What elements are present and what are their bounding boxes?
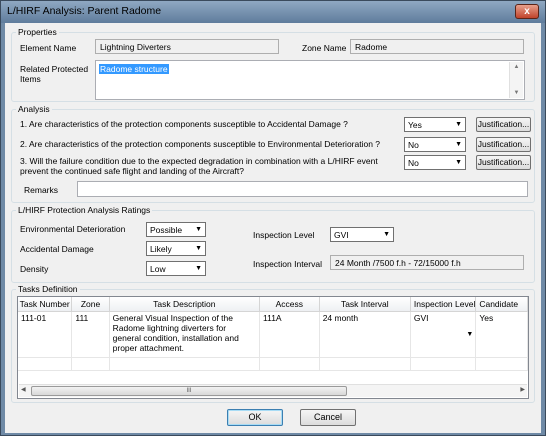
empty-cell bbox=[18, 357, 73, 371]
ok-button[interactable]: OK bbox=[227, 409, 283, 426]
analysis-group-title: Analysis bbox=[16, 104, 52, 115]
empty-cell bbox=[259, 357, 320, 371]
cancel-button[interactable]: Cancel bbox=[300, 409, 356, 426]
title-bar[interactable]: L/HIRF Analysis: Parent Radome x bbox=[1, 1, 545, 23]
zone-name-field[interactable]: Radome bbox=[350, 39, 524, 54]
scrollbar-thumb[interactable]: III bbox=[31, 386, 347, 396]
chevron-down-icon: ▼ bbox=[195, 226, 202, 233]
remarks-label: Remarks bbox=[24, 185, 59, 195]
properties-group: Properties Element Name Lightning Divert… bbox=[11, 27, 535, 102]
analysis-group: Analysis 1. Are characteristics of the p… bbox=[11, 104, 535, 203]
tasks-group-title: Tasks Definition bbox=[16, 284, 80, 295]
task-interval-cell[interactable]: 24 month bbox=[319, 311, 411, 358]
environmental-deterioration-label: Environmental Deterioration bbox=[20, 224, 126, 234]
question-2-justification-button[interactable]: Justification... bbox=[476, 137, 531, 152]
accidental-damage-select[interactable]: Likely ▼ bbox=[146, 241, 206, 256]
task-description-cell[interactable]: General Visual Inspection of the Radome … bbox=[109, 311, 261, 358]
col-header-inspection-level[interactable]: Inspection Level bbox=[410, 297, 477, 312]
chevron-down-icon: ▼ bbox=[455, 141, 462, 148]
candidate-cell[interactable]: Yes bbox=[475, 311, 528, 358]
inspection-interval-field[interactable]: 24 Month /7500 f.h - 72/15000 f.h bbox=[330, 255, 524, 270]
ratings-group-title: L/HIRF Protection Analysis Ratings bbox=[16, 205, 153, 216]
inspection-level-select[interactable]: GVI ▼ bbox=[330, 227, 394, 242]
chevron-down-icon: ▼ bbox=[455, 121, 462, 128]
col-header-access[interactable]: Access bbox=[259, 297, 320, 312]
chevron-down-icon[interactable]: ▼ bbox=[466, 330, 473, 340]
scroll-right-arrow-icon[interactable]: ▶ bbox=[520, 386, 525, 393]
chevron-down-icon: ▼ bbox=[383, 231, 390, 238]
chevron-down-icon: ▼ bbox=[195, 265, 202, 272]
tasks-header-row: Task Number Zone Task Description Access… bbox=[18, 297, 528, 312]
empty-cell bbox=[410, 357, 477, 371]
empty-cell bbox=[475, 357, 528, 371]
scroll-down-arrow-icon[interactable]: ▼ bbox=[510, 90, 523, 96]
inspection-level-cell-value: GVI bbox=[413, 312, 429, 323]
element-name-label: Element Name bbox=[20, 43, 77, 53]
col-header-task-interval[interactable]: Task Interval bbox=[319, 297, 411, 312]
question-1-text: 1. Are characteristics of the protection… bbox=[20, 119, 348, 129]
accidental-damage-label: Accidental Damage bbox=[20, 244, 94, 254]
question-2-answer-value: No bbox=[408, 140, 419, 150]
question-1-justification-button[interactable]: Justification... bbox=[476, 117, 531, 132]
empty-cell bbox=[71, 357, 110, 371]
remarks-input[interactable] bbox=[77, 181, 528, 197]
dialog-client-area: Properties Element Name Lightning Divert… bbox=[5, 23, 541, 433]
tasks-horizontal-scrollbar[interactable]: ◀ III ▶ bbox=[19, 384, 527, 397]
inspection-level-value: GVI bbox=[334, 230, 349, 240]
window-title: L/HIRF Analysis: Parent Radome bbox=[7, 5, 162, 17]
inspection-level-cell[interactable]: GVI ▼ bbox=[410, 311, 477, 358]
col-header-zone[interactable]: Zone bbox=[71, 297, 110, 312]
question-3-answer-select[interactable]: No ▼ bbox=[404, 155, 466, 170]
col-header-task-description[interactable]: Task Description bbox=[109, 297, 261, 312]
density-select[interactable]: Low ▼ bbox=[146, 261, 206, 276]
environmental-deterioration-value: Possible bbox=[150, 225, 183, 235]
element-name-field[interactable]: Lightning Diverters bbox=[95, 39, 279, 54]
table-row[interactable]: 111-01 111 General Visual Inspection of … bbox=[18, 311, 528, 358]
density-label: Density bbox=[20, 264, 49, 274]
accidental-damage-value: Likely bbox=[150, 244, 172, 254]
environmental-deterioration-select[interactable]: Possible ▼ bbox=[146, 222, 206, 237]
properties-group-title: Properties bbox=[16, 27, 59, 38]
inspection-level-label: Inspection Level bbox=[253, 230, 315, 240]
table-row-empty[interactable] bbox=[18, 357, 528, 371]
tasks-grid[interactable]: Task Number Zone Task Description Access… bbox=[17, 296, 529, 399]
scroll-up-arrow-icon[interactable]: ▲ bbox=[510, 64, 523, 70]
related-items-textarea[interactable]: Radome structure ▲ ▼ bbox=[95, 60, 525, 100]
question-3-text: 3. Will the failure condition due to the… bbox=[20, 156, 378, 176]
dialog-window: L/HIRF Analysis: Parent Radome x Propert… bbox=[0, 0, 546, 436]
question-1-answer-select[interactable]: Yes ▼ bbox=[404, 117, 466, 132]
access-cell[interactable]: 111A bbox=[259, 311, 320, 358]
col-header-candidate[interactable]: Candidate bbox=[475, 297, 528, 312]
scroll-left-arrow-icon[interactable]: ◀ bbox=[21, 386, 26, 393]
zone-name-label: Zone Name bbox=[302, 43, 347, 53]
close-icon: x bbox=[524, 6, 530, 17]
inspection-interval-label: Inspection Interval bbox=[253, 259, 322, 269]
related-items-scrollbar[interactable]: ▲ ▼ bbox=[509, 62, 523, 98]
empty-cell bbox=[319, 357, 411, 371]
col-header-task-number[interactable]: Task Number bbox=[18, 297, 73, 312]
chevron-down-icon: ▼ bbox=[455, 159, 462, 166]
density-value: Low bbox=[150, 264, 166, 274]
question-1-answer-value: Yes bbox=[408, 120, 422, 130]
question-3-justification-button[interactable]: Justification... bbox=[476, 155, 531, 170]
tasks-group: Tasks Definition Task Number Zone Task D… bbox=[11, 284, 535, 403]
ratings-group: L/HIRF Protection Analysis Ratings Envir… bbox=[11, 205, 535, 283]
related-items-selected-text: Radome structure bbox=[99, 64, 169, 74]
tasks-table: Task Number Zone Task Description Access… bbox=[18, 297, 528, 371]
question-3-answer-value: No bbox=[408, 158, 419, 168]
empty-cell bbox=[109, 357, 261, 371]
question-2-answer-select[interactable]: No ▼ bbox=[404, 137, 466, 152]
question-2-text: 2. Are characteristics of the protection… bbox=[20, 139, 381, 149]
related-items-label: Related Protected Items bbox=[20, 64, 89, 84]
close-button[interactable]: x bbox=[515, 4, 539, 19]
zone-cell[interactable]: 111 bbox=[71, 311, 110, 358]
task-number-cell[interactable]: 111-01 bbox=[18, 311, 73, 358]
chevron-down-icon: ▼ bbox=[195, 245, 202, 252]
